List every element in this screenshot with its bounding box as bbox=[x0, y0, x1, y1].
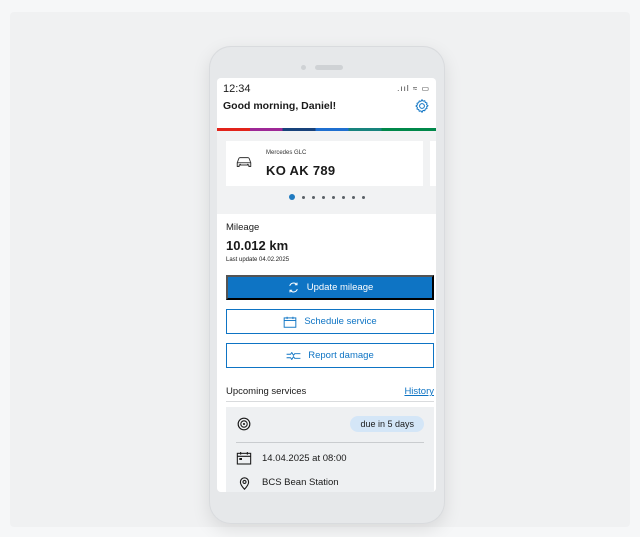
next-vehicle-card[interactable] bbox=[430, 141, 436, 186]
page-dot[interactable] bbox=[361, 195, 365, 199]
page-dot[interactable] bbox=[301, 195, 305, 199]
mileage-panel: Mileage 10.012 km Last update 04.02.2025… bbox=[217, 214, 436, 492]
page-dot[interactable] bbox=[351, 195, 355, 199]
service-location: BCS Bean Station bbox=[262, 477, 339, 488]
license-plate: KO AK 789 bbox=[266, 163, 336, 178]
app-header: 12:34 .ııl ≈ ▭ Good morning, Daniel! bbox=[217, 78, 436, 128]
status-icons: .ııl ≈ ▭ bbox=[397, 84, 430, 93]
car-icon bbox=[236, 157, 252, 167]
report-damage-button[interactable]: Report damage bbox=[226, 343, 434, 368]
refresh-icon bbox=[288, 282, 298, 293]
section-divider bbox=[226, 401, 434, 402]
schedule-service-button[interactable]: Schedule service bbox=[226, 309, 434, 334]
speaker-grille bbox=[315, 65, 343, 70]
due-badge: due in 5 days bbox=[350, 416, 424, 432]
vehicle-card[interactable]: Mercedes GLC KO AK 789 bbox=[226, 141, 423, 186]
upcoming-services-heading: Upcoming services bbox=[226, 386, 307, 397]
calendar-icon bbox=[284, 316, 297, 328]
damage-icon bbox=[286, 351, 301, 360]
tire-icon bbox=[237, 417, 251, 431]
card-divider bbox=[236, 442, 424, 443]
service-date: 14.04.2025 at 08:00 bbox=[262, 453, 347, 464]
page-dot[interactable] bbox=[288, 194, 295, 200]
page-dot[interactable] bbox=[341, 195, 345, 199]
schedule-service-label: Schedule service bbox=[304, 316, 377, 327]
location-pin-icon bbox=[239, 477, 250, 490]
page-dot[interactable] bbox=[331, 195, 335, 199]
mileage-value: 10.012 km bbox=[226, 238, 289, 253]
service-card[interactable]: due in 5 days 14.04.2025 at 08:00 BCS Be… bbox=[226, 407, 434, 492]
last-update-text: Last update 04.02.2025 bbox=[226, 257, 290, 263]
page-dot[interactable] bbox=[321, 195, 325, 199]
vehicle-carousel[interactable]: Mercedes GLC KO AK 789 bbox=[217, 131, 436, 217]
vehicle-model: Mercedes GLC bbox=[266, 150, 307, 156]
carousel-pagination bbox=[217, 194, 436, 200]
gear-icon[interactable] bbox=[414, 98, 430, 114]
report-damage-label: Report damage bbox=[308, 350, 374, 361]
page-dot[interactable] bbox=[311, 195, 315, 199]
history-link[interactable]: History bbox=[404, 386, 434, 397]
greeting-title: Good morning, Daniel! bbox=[223, 100, 337, 112]
phone-frame: 12:34 .ııl ≈ ▭ Good morning, Daniel! Mer… bbox=[209, 46, 445, 524]
update-mileage-button[interactable]: Update mileage bbox=[226, 275, 434, 300]
mileage-label: Mileage bbox=[226, 222, 260, 233]
update-mileage-label: Update mileage bbox=[306, 282, 374, 293]
app-screen: 12:34 .ııl ≈ ▭ Good morning, Daniel! Mer… bbox=[217, 78, 436, 492]
calendar-icon bbox=[236, 452, 252, 465]
camera-dot bbox=[301, 65, 306, 70]
status-time: 12:34 bbox=[223, 83, 251, 95]
